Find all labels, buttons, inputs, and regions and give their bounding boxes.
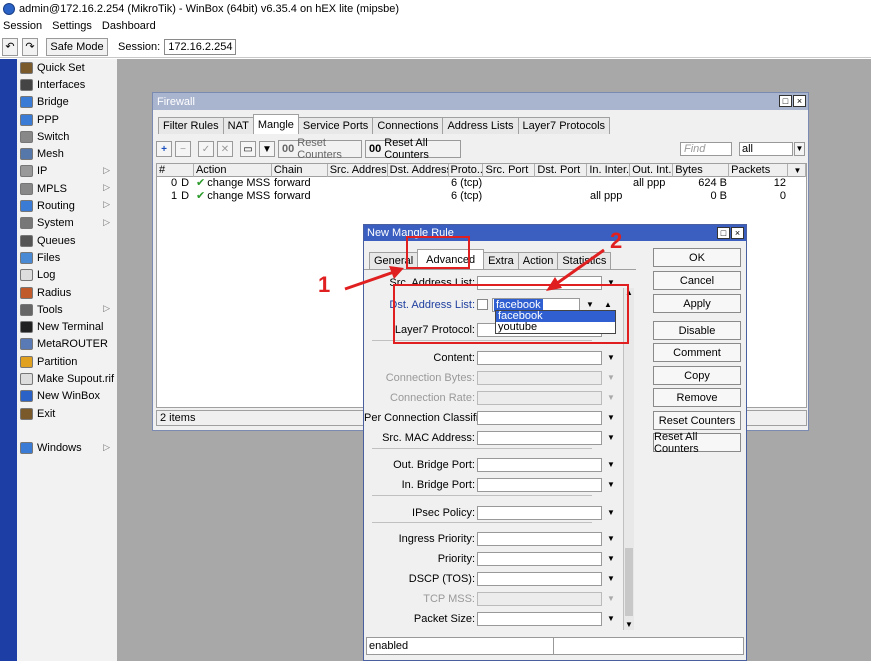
arrow-2-line [555,248,605,286]
dropdown-option-youtube[interactable]: youtube [496,322,615,333]
arrow-2-head [546,277,562,291]
address-list-dropdown: facebook youtube [495,310,616,334]
arrow-1-line [344,270,395,291]
annotation-arrows [344,248,605,291]
